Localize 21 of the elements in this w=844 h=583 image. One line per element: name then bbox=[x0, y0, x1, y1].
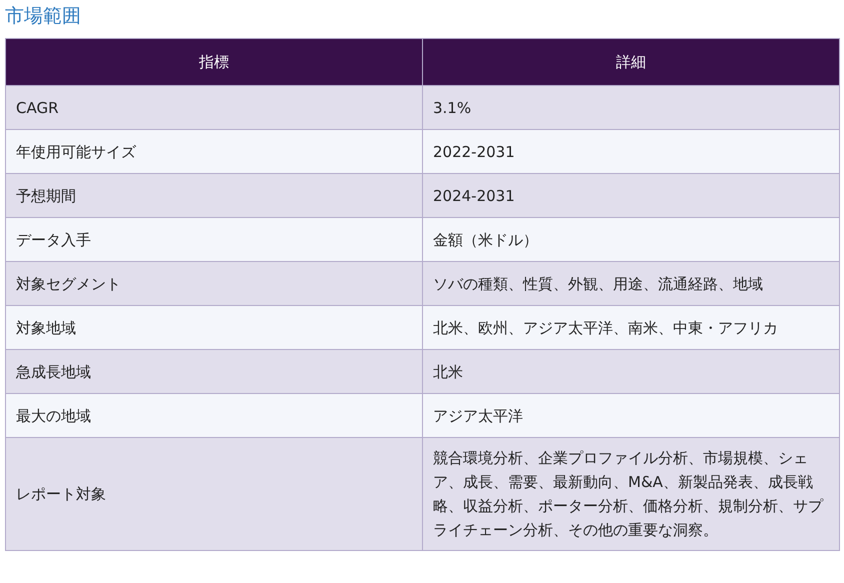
column-header: 指標 bbox=[6, 38, 422, 86]
table-cell: CAGR bbox=[6, 86, 422, 130]
table-cell: 予想期間 bbox=[6, 174, 422, 218]
table-cell: 急成長地域 bbox=[6, 350, 422, 394]
table-cell: アジア太平洋 bbox=[422, 394, 840, 438]
table-cell: 北米、欧州、アジア太平洋、南米、中東・アフリカ bbox=[422, 306, 840, 350]
table-cell: 2022-2031 bbox=[422, 130, 840, 174]
column-header: 詳細 bbox=[422, 38, 840, 86]
table-cell: 2024-2031 bbox=[422, 174, 840, 218]
table-cell: データ入手 bbox=[6, 218, 422, 262]
table-cell: 金額（米ドル） bbox=[422, 218, 840, 262]
table-cell: 年使用可能サイズ bbox=[6, 130, 422, 174]
table-cell: 対象地域 bbox=[6, 306, 422, 350]
section-title: 市場範囲 bbox=[5, 4, 82, 28]
table-cell: 対象セグメント bbox=[6, 262, 422, 306]
table-cell: ソバの種類、性質、外観、用途、流通経路、地域 bbox=[422, 262, 840, 306]
table-cell: 3.1% bbox=[422, 86, 840, 130]
table-cell: 北米 bbox=[422, 350, 840, 394]
table-cell: 最大の地域 bbox=[6, 394, 422, 438]
table-cell: レポート対象 bbox=[6, 438, 422, 550]
table-cell: 競合環境分析、企業プロファイル分析、市場規模、シェア、成長、需要、最新動向、M&A、新製品発表、成長戦略、収益分析、ポーター分析、価格分析、規制分析、サプライチェーン分析、その他の重要な洞察。 bbox=[422, 438, 840, 550]
